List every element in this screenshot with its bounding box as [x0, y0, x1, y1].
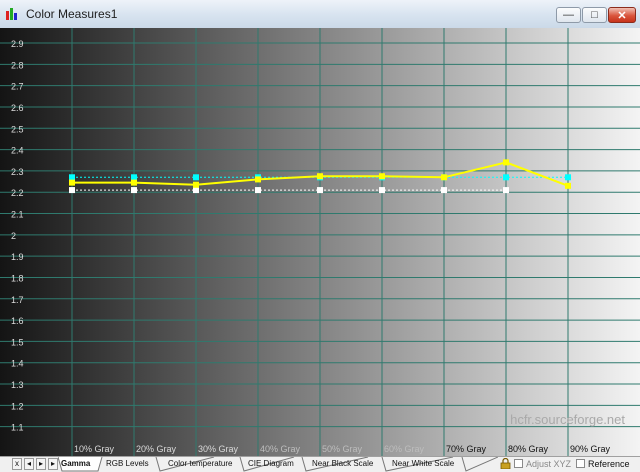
minimize-button[interactable]: — — [556, 7, 581, 23]
lock-icon — [500, 458, 511, 469]
tab-near-white-scale[interactable]: Near White Scale — [392, 457, 454, 471]
y-tick-label: 1.1 — [11, 423, 24, 433]
tab-near-black-scale[interactable]: Near Black Scale — [312, 457, 373, 471]
restore-button[interactable]: □ — [582, 7, 607, 23]
adjust-xyz-label: Adjust XYZ — [526, 459, 572, 469]
reference-label: Reference — [588, 459, 630, 469]
y-tick-label: 1.9 — [11, 252, 24, 262]
y-tick-label: 2.3 — [11, 167, 24, 177]
white-reference-point — [255, 187, 261, 194]
tab-cie-diagram[interactable]: CIE Diagram — [248, 457, 294, 471]
tab-color-temperature[interactable]: Color temperature — [168, 457, 232, 471]
y-tick-label: 1.8 — [11, 273, 24, 283]
x-tick-label: 90% Gray — [570, 444, 611, 454]
measured-point — [131, 179, 137, 186]
reference-point — [131, 174, 137, 181]
close-button[interactable]: ✕ — [608, 7, 636, 23]
reference-point — [565, 174, 571, 181]
window-title: Color Measures1 — [26, 7, 118, 21]
measured-point — [441, 174, 447, 181]
white-reference-point — [503, 187, 509, 194]
reference-checkbox[interactable] — [576, 459, 585, 468]
y-tick-label: 1.2 — [11, 401, 24, 411]
y-tick-label: 2.4 — [11, 146, 24, 156]
reference-point — [193, 174, 199, 181]
y-tick-label: 2.6 — [11, 103, 24, 113]
reference-point — [503, 174, 509, 181]
color-measures-window: Color Measures1 — □ ✕ 2.9 2.8 2.7 2.6 2.5 2.4… — [0, 0, 640, 472]
measured-point — [69, 179, 75, 186]
gamma-chart-svg: 2.9 2.8 2.7 2.6 2.5 2.4 2.3 2.2 2.1 2 1.9 1.8 1.7 1.6… — [0, 28, 640, 456]
nav-first-button[interactable]: x — [12, 458, 22, 470]
y-tick-label: 2.9 — [11, 39, 24, 49]
measured-point — [317, 173, 323, 180]
tab-bar: x ◂ ▸ ▸ Gamma RGB Levels Color temperatu… — [0, 456, 640, 472]
measured-point — [565, 182, 571, 189]
nav-last-button[interactable]: ▸ — [48, 458, 58, 470]
reference-point — [69, 174, 75, 181]
adjust-xyz-checkbox[interactable] — [514, 459, 523, 468]
y-tick-label: 1.5 — [11, 337, 24, 347]
x-tick-label: 30% Gray — [198, 444, 239, 454]
y-tick-label: 2.7 — [11, 82, 24, 92]
white-reference-point — [317, 187, 323, 194]
x-tick-label: 50% Gray — [322, 444, 363, 454]
white-reference-point — [69, 187, 75, 194]
gamma-chart[interactable]: 2.9 2.8 2.7 2.6 2.5 2.4 2.3 2.2 2.1 2 1.9 1.8 1.7 1.6… — [0, 28, 640, 456]
tab-rgb-levels[interactable]: RGB Levels — [106, 457, 149, 471]
y-tick-label: 1.4 — [11, 359, 24, 369]
x-tick-label: 10% Gray — [74, 444, 115, 454]
title-bar[interactable]: Color Measures1 — □ ✕ — [0, 0, 640, 29]
watermark-text: hcfr.sourceforge.net — [510, 412, 625, 427]
measured-point — [379, 173, 385, 180]
y-tick-label: 2.8 — [11, 60, 24, 70]
x-tick-label: 60% Gray — [384, 444, 425, 454]
x-tick-label: 80% Gray — [508, 444, 549, 454]
white-reference-point — [193, 187, 199, 194]
x-tick-label: 40% Gray — [260, 444, 301, 454]
y-tick-label: 2.2 — [11, 188, 24, 198]
app-chart-icon — [6, 8, 17, 20]
tab-gamma[interactable]: Gamma — [61, 457, 90, 471]
y-tick-label: 2 — [11, 231, 16, 241]
measured-point — [193, 181, 199, 188]
nav-next-button[interactable]: ▸ — [36, 458, 46, 470]
y-tick-label: 1.6 — [11, 316, 24, 326]
nav-prev-button[interactable]: ◂ — [24, 458, 34, 470]
measured-point — [503, 159, 509, 166]
y-tick-label: 2.5 — [11, 124, 24, 134]
x-tick-label: 70% Gray — [446, 444, 487, 454]
y-tick-label: 1.7 — [11, 295, 24, 305]
measured-point — [255, 176, 261, 183]
y-tick-label: 1.3 — [11, 380, 24, 390]
white-reference-point — [441, 187, 447, 194]
y-tick-label: 2.1 — [11, 210, 24, 220]
white-reference-point — [379, 187, 385, 194]
white-reference-point — [131, 187, 137, 194]
x-tick-label: 20% Gray — [136, 444, 177, 454]
